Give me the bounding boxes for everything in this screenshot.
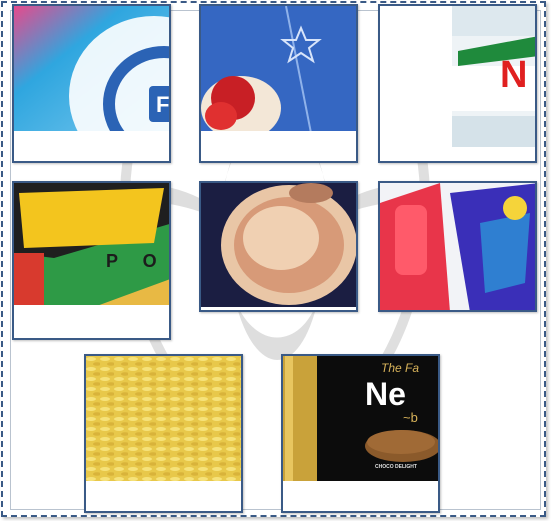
tile-caption <box>201 307 356 310</box>
product-image-snack-logo: F <box>14 6 169 133</box>
brand-tagline-text: The Fa <box>381 361 420 375</box>
package-text-fragment: P O <box>106 251 167 271</box>
product-image-blue-package <box>201 6 356 133</box>
tile-caption <box>14 305 169 338</box>
tile-caption <box>201 131 356 161</box>
product-tile-4[interactable]: P O <box>12 181 171 340</box>
tile-caption <box>14 131 169 161</box>
tile-caption <box>283 481 438 511</box>
product-image-chips-package: P O <box>14 183 169 307</box>
brand-sub-text: ~b <box>403 410 418 425</box>
product-image-water-bottle: N <box>380 6 535 149</box>
tile-caption <box>86 481 241 511</box>
product-tile-3[interactable]: N <box>378 4 537 163</box>
tile-caption <box>380 147 535 161</box>
product-tile-5[interactable] <box>199 181 358 312</box>
product-tile-2[interactable] <box>199 4 358 163</box>
product-image-chocolate-package: The Fa Ne ~b CHOCO DELIGHT <box>283 356 438 485</box>
product-tile-8[interactable]: The Fa Ne ~b CHOCO DELIGHT <box>281 354 440 513</box>
product-tile-1[interactable]: F <box>12 4 171 163</box>
brand-name-text: Ne <box>365 376 406 412</box>
product-tile-7[interactable] <box>84 354 243 513</box>
product-tile-6[interactable] <box>378 181 537 312</box>
product-image-yellow-rice <box>86 356 241 485</box>
product-image-dried-shrimp <box>201 183 356 307</box>
flavor-text: CHOCO DELIGHT <box>375 464 417 470</box>
product-image-candy-package <box>380 183 535 310</box>
package-text-fragment: F <box>156 92 169 117</box>
package-text-fragment: N <box>500 54 528 96</box>
